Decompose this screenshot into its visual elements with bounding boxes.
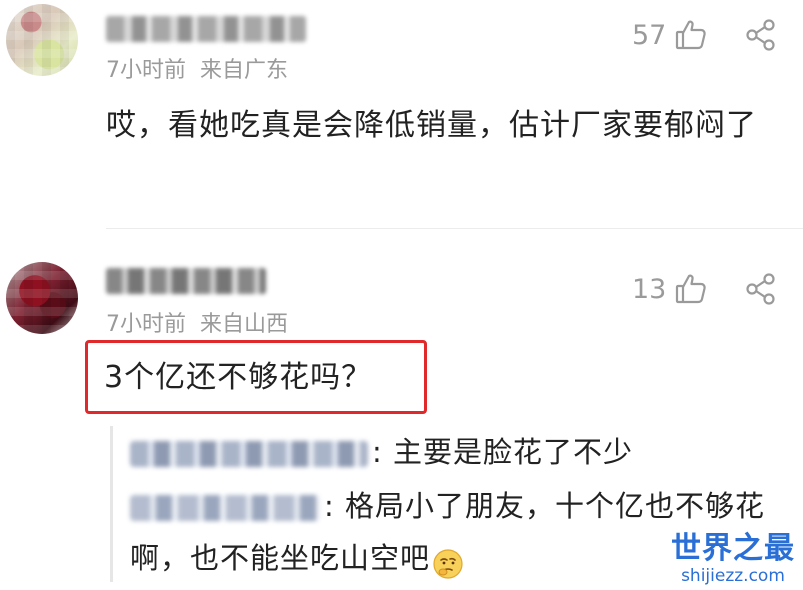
- share-icon[interactable]: [744, 18, 778, 52]
- thumbs-up-icon[interactable]: [674, 272, 708, 306]
- like-count: 57: [632, 19, 667, 51]
- comment-meta: 7小时前 来自广东: [106, 52, 288, 84]
- avatar[interactable]: [6, 4, 78, 76]
- thinking-face-emoji: [432, 544, 464, 579]
- comment-actions: 13: [632, 272, 778, 306]
- share-icon[interactable]: [744, 272, 778, 306]
- comment-body: 3个亿还不够花吗？: [104, 360, 373, 395]
- thumbs-up-icon[interactable]: [674, 18, 708, 52]
- comment-page: 7小时前 来自广东 57 哎，看她吃真是会降低销量，估计厂家要郁闷了 7小时前 来自…: [0, 0, 803, 590]
- comment-location: 来自广东: [200, 58, 289, 83]
- watermark-url: shijiezz.com: [681, 566, 785, 586]
- comment-time: 7小时前: [106, 58, 186, 83]
- avatar[interactable]: [6, 262, 78, 334]
- comment-location: 来自山西: [200, 312, 289, 337]
- reply-username-blurred[interactable]: [130, 441, 368, 467]
- reply-username-blurred[interactable]: [130, 495, 320, 521]
- username-blurred[interactable]: [106, 268, 266, 294]
- reply-thread-bar: [110, 426, 113, 582]
- comment-body: 哎，看她吃真是会降低销量，估计厂家要郁闷了: [106, 108, 757, 143]
- watermark-title: 世界之最: [671, 531, 795, 566]
- username-blurred[interactable]: [106, 16, 306, 42]
- comment-divider: [106, 228, 803, 229]
- reply-text: : 主要是脸花了不少: [372, 435, 633, 469]
- site-watermark: 世界之最 shijiezz.com: [671, 531, 795, 587]
- comment-time: 7小时前: [106, 312, 186, 337]
- like-count: 13: [632, 273, 667, 305]
- reply-item[interactable]: : 主要是脸花了不少: [130, 426, 633, 478]
- comment-meta: 7小时前 来自山西: [106, 306, 288, 338]
- comment-actions: 57: [632, 18, 778, 52]
